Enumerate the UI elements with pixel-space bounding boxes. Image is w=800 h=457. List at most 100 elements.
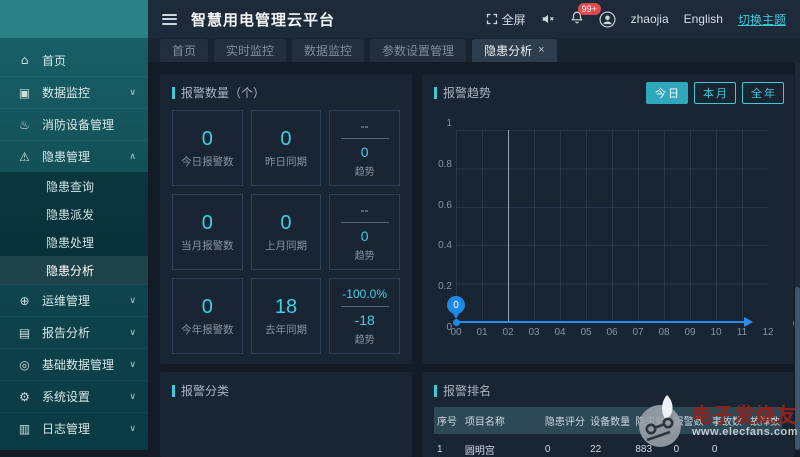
y-tick: 0.2 [438,281,452,293]
x-tick: 08 [658,327,670,338]
logo-block [0,0,148,38]
marker-axis-dot [452,318,460,326]
col-index: 序号 [434,407,462,434]
sidebar-item-label: 基础数据管理 [42,358,115,372]
chevron-down-icon: ∨ [129,87,136,98]
sidebar-item-log-management[interactable]: ▥ 日志管理 ∨ [0,412,148,444]
collapse-menu-icon[interactable] [162,13,177,25]
title-accent-bar [434,86,437,99]
x-tick: 10 [710,327,722,338]
x-tick: 00 [450,327,462,338]
trend-card-year: -100.0% -18 趋势 [329,278,400,354]
tab-home[interactable]: 首页 [160,38,209,62]
submenu-item-hazard-dispatch[interactable]: 隐患派发 [0,200,148,228]
theme-toggle-link[interactable]: 切换主题 [738,11,786,28]
sidebar-item-hazard-management[interactable]: ⚠ 隐患管理 ∧ [0,140,148,172]
tab-hazard-analysis[interactable]: 隐患分析 × [472,38,557,62]
chevron-down-icon: ∨ [129,423,136,434]
fullscreen-button[interactable]: 全屏 [486,11,526,28]
axis-end-value: 0 [793,318,794,330]
x-tick: 05 [580,327,592,338]
hazard-submenu: 隐患查询 隐患派发 隐患处理 隐患分析 [0,172,148,284]
notification-badge: 99+ [577,3,601,15]
sidebar-item-ops-management[interactable]: ⊕ 运维管理 ∨ [0,284,148,316]
avatar[interactable] [599,10,616,28]
x-tick: 04 [554,327,566,338]
submenu-item-hazard-query[interactable]: 隐患查询 [0,172,148,200]
tab-parameter-settings[interactable]: 参数设置管理 [370,38,467,62]
range-button-month[interactable]: 本月 [694,82,736,104]
submenu-item-hazard-analysis[interactable]: 隐患分析 [0,256,148,284]
tab-realtime-monitor[interactable]: 实时监控 [214,38,287,62]
sidebar-item-data-monitor[interactable]: ▣ 数据监控 ∨ [0,76,148,108]
col-project-name: 项目名称 [461,407,542,434]
submenu-label: 隐患处理 [46,235,95,250]
ops-icon: ⊕ [19,293,30,308]
tab-label: 首页 [172,43,197,58]
sidebar-item-label: 首页 [42,53,67,68]
tab-label: 隐患分析 [484,43,533,58]
col-device-count: 设备数量 [587,407,633,434]
page-scrollbar[interactable] [795,62,800,450]
stat-label: 昨日同期 [264,155,307,168]
tab-label: 参数设置管理 [382,43,455,58]
notifications-button[interactable]: 99+ [570,3,601,28]
gear-icon: ⚙ [19,389,30,404]
sidebar-item-base-data[interactable]: ◎ 基础数据管理 ∨ [0,348,148,380]
chevron-down-icon: ∨ [129,295,136,306]
line-chart-plot-area[interactable]: 0 [447,130,768,327]
cell-hazard-score: 0 [544,444,551,455]
stat-value: 0 [280,127,292,150]
range-switcher: 今日 本月 全年 [646,82,784,104]
username[interactable]: zhaojia [631,12,669,26]
y-tick: 0.4 [438,240,452,252]
stat-value: 0 [201,211,213,234]
mute-button[interactable] [541,12,555,26]
trend-label: 趋势 [354,166,375,178]
sidebar-item-system-settings[interactable]: ⚙ 系统设置 ∨ [0,380,148,412]
tab-data-monitor[interactable]: 数据监控 [292,38,365,62]
stat-value: 0 [201,295,213,318]
y-tick: 1 [446,118,452,129]
stat-card-last-month: 0 上月同期 [250,194,322,270]
sidebar-item-home[interactable]: ⌂ 首页 [0,44,148,76]
submenu-item-hazard-handle[interactable]: 隐患处理 [0,228,148,256]
home-icon: ⌂ [20,53,29,67]
sidebar-item-fire-equipment[interactable]: ♨ 消防设备管理 [0,108,148,140]
chevron-down-icon: ∨ [129,391,136,402]
stat-card-yesterday: 0 昨日同期 [250,110,322,186]
stat-value: 0 [280,211,292,234]
sidebar-item-report-analysis[interactable]: ▤ 报告分析 ∨ [0,316,148,348]
range-button-today[interactable]: 今日 [646,82,688,104]
x-tick: 01 [476,327,488,338]
elecfans-logo-icon [638,395,681,447]
trend-label: 趋势 [354,250,375,262]
sidebar-item-label: 数据监控 [42,86,91,100]
range-button-year[interactable]: 全年 [742,82,784,104]
sidebar-item-label: 消防设备管理 [42,118,115,132]
header: 智慧用电管理云平台 全屏 99+ zhaojia English 切换主题 [148,0,800,38]
title-accent-bar [172,86,175,99]
speaker-muted-icon [542,14,554,24]
watermark-url: www.elecfans.com [691,425,798,438]
cell-device-count: 22 [590,444,602,455]
stat-label: 今日报警数 [181,155,234,168]
panel-title-text: 报警数量（个） [181,86,266,100]
sidebar-item-label: 报告分析 [42,326,91,340]
alarm-trend-panel: 报警趋势 今日 本月 全年 1 0.8 0.6 0.4 0.2 0 0 00 0… [422,74,794,364]
watermark-text: 电子发烧友 www.elecfans.com [691,405,798,439]
alarm-classify-panel: 报警分类 [160,372,412,457]
cell-index: 1 [437,444,443,455]
title-accent-bar [434,384,437,397]
fullscreen-icon [486,13,497,25]
x-tick: 02 [502,327,514,338]
close-icon[interactable]: × [538,44,544,56]
report-icon: ▤ [18,325,31,340]
fire-equipment-icon: ♨ [19,117,30,132]
panel-title-text: 报警分类 [181,384,230,398]
panel-title-text: 报警趋势 [443,86,492,100]
data-monitor-icon: ▣ [18,85,31,100]
page-title: 智慧用电管理云平台 [191,11,336,29]
stat-card-this-year: 0 今年报警数 [172,278,243,354]
language-switch[interactable]: English [684,12,723,26]
